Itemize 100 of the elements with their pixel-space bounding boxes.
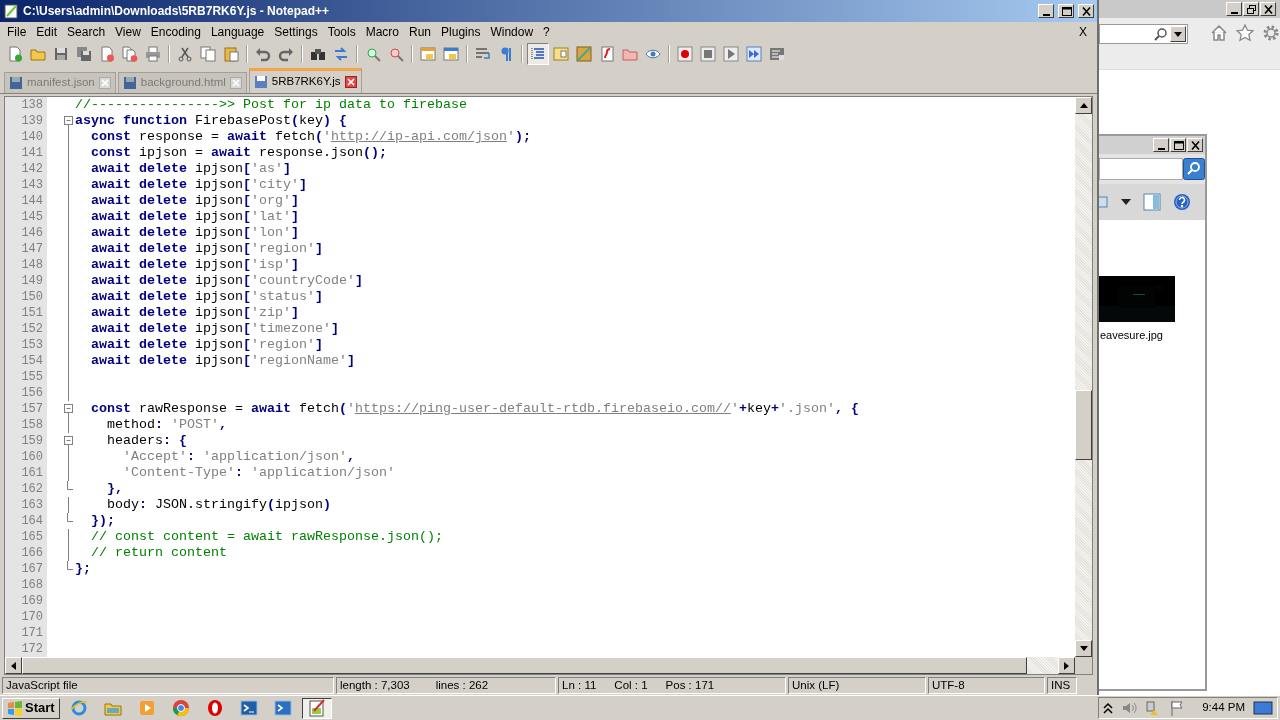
- close-icon: [1080, 5, 1092, 17]
- close-all-icon: [122, 46, 138, 62]
- menu-item[interactable]: ?: [538, 23, 555, 41]
- new-file-icon: [7, 46, 23, 62]
- sync-horizontal-icon: [443, 46, 459, 62]
- record-button[interactable]: [674, 43, 696, 65]
- minimize-icon: [1230, 11, 1238, 14]
- fold-end-mark: [66, 481, 73, 490]
- scroll-right-button[interactable]: [1058, 657, 1075, 674]
- fast-forward-button[interactable]: [743, 43, 765, 65]
- home-icon[interactable]: [1210, 24, 1228, 42]
- minimize-button[interactable]: [1038, 4, 1054, 18]
- search-field[interactable]: [1099, 158, 1183, 180]
- help-icon[interactable]: [1173, 193, 1191, 211]
- caret-icon[interactable]: [1121, 199, 1131, 205]
- dropdown-button[interactable]: [1170, 26, 1186, 42]
- line-number: 147: [5, 241, 47, 257]
- save-macro-icon: [769, 46, 785, 62]
- scrollbar-thumb[interactable]: [1075, 390, 1092, 460]
- restore-icon: [1245, 3, 1257, 15]
- line-number: 148: [5, 257, 47, 273]
- menu-item[interactable]: Encoding: [145, 23, 206, 41]
- menu-item[interactable]: File: [2, 23, 32, 41]
- code-line: const rawResponse = await fetch('https://ping-user-default-rtdb.firebaseio.com//'+key+'.json', {: [90, 401, 859, 417]
- scroll-left-button[interactable]: [5, 657, 22, 674]
- code-line: await delete ipjson['region']: [90, 241, 323, 257]
- close-button[interactable]: [1260, 2, 1276, 16]
- star-icon[interactable]: [1236, 24, 1254, 42]
- menu-item[interactable]: Search: [62, 23, 111, 41]
- windows-logo-icon: [7, 700, 23, 716]
- maximize-button[interactable]: [1170, 138, 1186, 152]
- line-number: 149: [5, 273, 47, 289]
- fold-minus-icon[interactable]: [62, 113, 74, 129]
- line-number: 139: [5, 113, 47, 129]
- settings-icon[interactable]: [1262, 24, 1280, 42]
- start-button[interactable]: Start: [2, 697, 60, 719]
- fold-minus-icon[interactable]: [62, 401, 74, 417]
- map-button[interactable]: [573, 43, 595, 65]
- minimize-button[interactable]: [1153, 138, 1169, 152]
- menu-item[interactable]: Edit: [31, 23, 63, 41]
- position-label: Pos : 171: [665, 677, 715, 693]
- minimize-button[interactable]: [1226, 2, 1242, 16]
- menu-item[interactable]: Macro: [360, 23, 404, 41]
- code-line: await delete ipjson['lon']: [90, 225, 299, 241]
- menu-item[interactable]: Window: [485, 23, 539, 41]
- code-line: };: [75, 561, 91, 577]
- line-number: 160: [5, 449, 47, 465]
- fold-end-mark: [66, 513, 73, 522]
- print-icon: [145, 46, 161, 62]
- code-line: 'Accept': 'application/json',: [122, 449, 355, 465]
- copy-button[interactable]: [197, 43, 219, 65]
- terminal-icon: [273, 699, 292, 717]
- encoding-label: UTF-8: [932, 677, 965, 693]
- clock: 9:44 PM: [1202, 700, 1245, 716]
- fold-minus-icon[interactable]: [62, 433, 74, 449]
- speaker-icon[interactable]: [1121, 700, 1137, 716]
- close-document-button[interactable]: X: [1071, 23, 1095, 41]
- menu-item[interactable]: Tools: [322, 23, 361, 41]
- chrome-icon: [171, 699, 190, 717]
- indent-guide-icon: [530, 46, 546, 62]
- close-button[interactable]: [1078, 4, 1094, 18]
- menu-item[interactable]: Language: [205, 23, 270, 41]
- line-number: 162: [5, 481, 47, 497]
- chevron-up-icon[interactable]: [1103, 702, 1113, 714]
- lines-label: lines : 262: [435, 677, 489, 693]
- stop-button[interactable]: [697, 43, 719, 65]
- address-field[interactable]: [1099, 24, 1188, 44]
- scroll-down-button[interactable]: [1075, 640, 1092, 657]
- menu-item[interactable]: View: [110, 23, 146, 41]
- fold-end-mark: [66, 561, 73, 570]
- menu-item[interactable]: Run: [404, 23, 437, 41]
- line-number: 141: [5, 145, 47, 161]
- line-number: 142: [5, 161, 47, 177]
- code-line: await delete ipjson['zip']: [90, 305, 299, 321]
- maximize-button[interactable]: [1058, 4, 1074, 18]
- close-tab-icon[interactable]: [344, 76, 357, 88]
- code-line: await delete ipjson['regionName']: [90, 353, 355, 369]
- code-line: // const content = await rawResponse.json();: [90, 529, 443, 545]
- flag-icon[interactable]: [1169, 700, 1185, 716]
- cut-icon: [177, 46, 193, 62]
- file-name[interactable]: eavesure.jpg: [1100, 327, 1205, 344]
- indent-guide-button[interactable]: [527, 43, 549, 65]
- window-title: C:\Users\admin\Downloads\5RB7RK6Y.js - Notepad++: [23, 3, 331, 20]
- search-icon[interactable]: [1183, 158, 1205, 180]
- browser-icon: [69, 699, 88, 717]
- restore-button[interactable]: [1243, 2, 1259, 16]
- code-line: // return content: [90, 545, 227, 561]
- menu-item[interactable]: Settings: [269, 23, 323, 41]
- maximize-icon: [1060, 5, 1072, 17]
- minimize-icon: [1157, 147, 1165, 150]
- preview-pane-icon[interactable]: [1143, 193, 1161, 211]
- scrollbar-thumb[interactable]: [22, 657, 1027, 674]
- file-tab[interactable]: 5RB7RK6Y.js: [248, 68, 362, 93]
- scroll-up-button[interactable]: [1075, 97, 1092, 114]
- line-number: 163: [5, 497, 47, 513]
- play-button[interactable]: [720, 43, 742, 65]
- up-arrow-icon: [1079, 103, 1088, 108]
- menu-item[interactable]: Plugins: [436, 23, 486, 41]
- close-button[interactable]: [1187, 138, 1203, 152]
- notepad-button[interactable]: [301, 697, 332, 719]
